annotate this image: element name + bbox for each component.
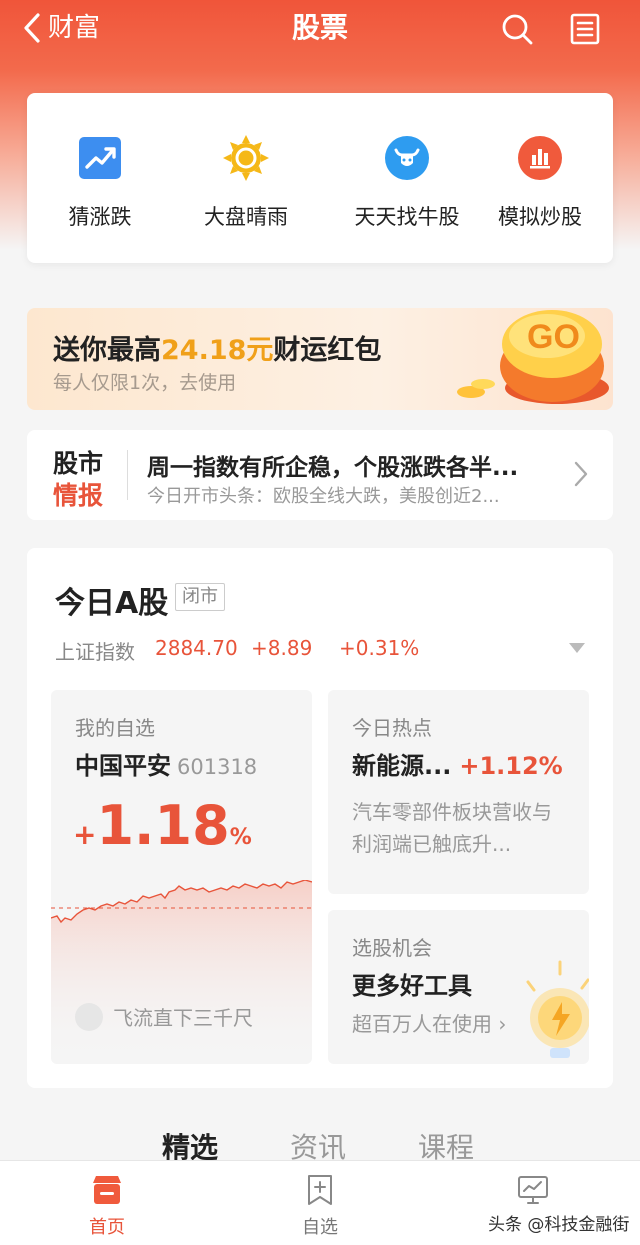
- dropdown-triangle-icon[interactable]: [568, 642, 586, 654]
- add-bookmark-icon: [308, 1175, 332, 1205]
- pick-description: 超百万人在使用 ›: [352, 1012, 507, 1036]
- quick-tools-card: 猜涨跌 大盘晴雨 天天找牛股 模拟炒股: [27, 93, 613, 263]
- today-hot-panel[interactable]: 今日热点 新能源... +1.12% 汽车零部件板块营收与利润端已触底升...: [328, 690, 589, 894]
- tool-label: 模拟炒股: [498, 205, 582, 229]
- index-name: 上证指数: [55, 640, 135, 664]
- promo-amount: 24.18元: [161, 335, 274, 366]
- pick-caption: 选股机会: [352, 936, 432, 960]
- hot-topic-percent: +1.12%: [459, 752, 563, 780]
- chevron-right-icon: [574, 461, 588, 487]
- svg-text:GO: GO: [527, 318, 580, 356]
- nav-watchlist[interactable]: 自选: [280, 1173, 360, 1239]
- pick-title: 更多好工具: [352, 972, 472, 1000]
- index-value: 2884.70: [155, 636, 238, 660]
- promo-subtitle: 每人仅限1次，去使用: [53, 372, 237, 394]
- bar-chart-icon: [518, 136, 562, 180]
- list-menu-icon[interactable]: [568, 12, 602, 46]
- tool-guess-trend[interactable]: 猜涨跌: [27, 93, 173, 263]
- promo-title: 送你最高24.18元财运红包: [53, 335, 382, 366]
- user-name: 飞流直下三千尺: [113, 1006, 253, 1030]
- nav-label: 自选: [302, 1217, 338, 1238]
- sun-icon: [223, 135, 269, 181]
- tool-market-weather[interactable]: 大盘晴雨: [173, 93, 319, 263]
- top-bar: 财富 股票: [0, 0, 640, 58]
- home-store-icon: [93, 1176, 121, 1204]
- content-tabs: 精选 资讯 课程: [0, 1126, 640, 1164]
- hot-description: 汽车零部件板块营收与利润端已触底升...: [352, 800, 552, 856]
- hot-caption: 今日热点: [352, 716, 432, 740]
- intraday-sparkline: [51, 880, 312, 1064]
- my-watchlist-panel[interactable]: 我的自选 中国平安 601318 +1.18% 飞流直下三千尺: [51, 690, 312, 1064]
- search-icon[interactable]: [500, 12, 534, 46]
- tool-label: 天天找牛股: [354, 205, 460, 229]
- nav-market[interactable]: [493, 1173, 573, 1213]
- index-change: +8.89: [251, 636, 313, 660]
- news-headline: 周一指数有所企稳，个股涨跌各半...: [147, 455, 519, 481]
- bull-icon: [385, 136, 429, 180]
- stock-name: 中国平安: [75, 752, 171, 780]
- chevron-right-icon: ›: [498, 1012, 507, 1036]
- tool-label: 猜涨跌: [68, 205, 132, 229]
- tool-simulated-trading[interactable]: 模拟炒股: [467, 93, 613, 263]
- market-title: 今日A股: [55, 586, 169, 621]
- market-news-card[interactable]: 股市 情报 周一指数有所企稳，个股涨跌各半... 今日开市头条：欧股全线大跌，美…: [27, 430, 613, 520]
- market-status-badge: 闭市: [175, 583, 225, 611]
- user-tag: 飞流直下三千尺: [75, 1002, 253, 1031]
- go-button-icon[interactable]: GO: [427, 308, 613, 410]
- red-packet-promo-banner[interactable]: 送你最高24.18元财运红包 每人仅限1次，去使用 GO: [27, 308, 613, 410]
- page-title: 股票: [291, 11, 348, 44]
- stock-change-percent: +1.18%: [73, 794, 252, 857]
- tool-find-bull-stock[interactable]: 天天找牛股: [334, 93, 480, 263]
- watchlist-caption: 我的自选: [75, 716, 155, 740]
- nav-home[interactable]: 首页: [67, 1173, 147, 1239]
- stock-code: 601318: [177, 755, 258, 779]
- news-badge-bottom: 情报: [53, 481, 104, 510]
- index-row[interactable]: 上证指数 2884.70 +8.89 +0.31%: [55, 636, 595, 664]
- lightbulb-icon: [526, 960, 589, 1058]
- stock-picking-panel[interactable]: 选股机会 更多好工具 超百万人在使用 ›: [328, 910, 589, 1064]
- watermark: 头条 @科技金融街: [488, 1215, 630, 1235]
- tool-label: 大盘晴雨: [204, 205, 288, 229]
- hot-topic: 新能源... +1.12%: [352, 752, 563, 780]
- news-badge-top: 股市: [53, 449, 104, 478]
- divider: [127, 450, 128, 500]
- nav-label: 首页: [89, 1217, 125, 1238]
- monitor-chart-icon: [518, 1176, 548, 1204]
- news-summary: 今日开市头条：欧股全线大跌，美股创近2...: [147, 486, 500, 507]
- trend-up-icon: [79, 137, 121, 179]
- index-percent: +0.31%: [339, 636, 420, 660]
- a-share-market-card: 今日A股 闭市 上证指数 2884.70 +8.89 +0.31% 我的自选 中…: [27, 548, 613, 1088]
- watchlist-stock: 中国平安 601318: [75, 746, 257, 781]
- avatar: [75, 1002, 103, 1031]
